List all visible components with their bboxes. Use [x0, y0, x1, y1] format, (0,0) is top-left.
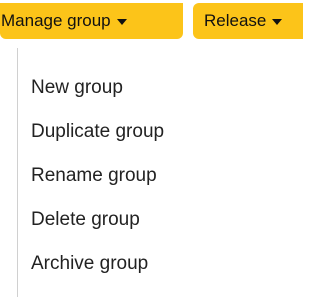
manage-group-menu: New group Duplicate group Rename group D… — [17, 48, 292, 297]
release-dropdown-button[interactable]: Release — [193, 3, 303, 39]
manage-group-label: Manage group — [1, 11, 111, 30]
menu-item-duplicate-group[interactable]: Duplicate group — [31, 112, 281, 152]
menu-item-delete-group[interactable]: Delete group — [31, 200, 281, 240]
menu-item-new-group[interactable]: New group — [31, 68, 281, 108]
toolbar: Manage group Release — [0, 0, 303, 44]
menu-item-rename-group[interactable]: Rename group — [31, 156, 281, 196]
caret-down-icon — [116, 19, 127, 25]
menu-item-archive-group[interactable]: Archive group — [31, 244, 281, 284]
caret-down-icon — [272, 19, 283, 25]
release-label: Release — [204, 11, 267, 30]
manage-group-dropdown-button[interactable]: Manage group — [0, 3, 183, 39]
